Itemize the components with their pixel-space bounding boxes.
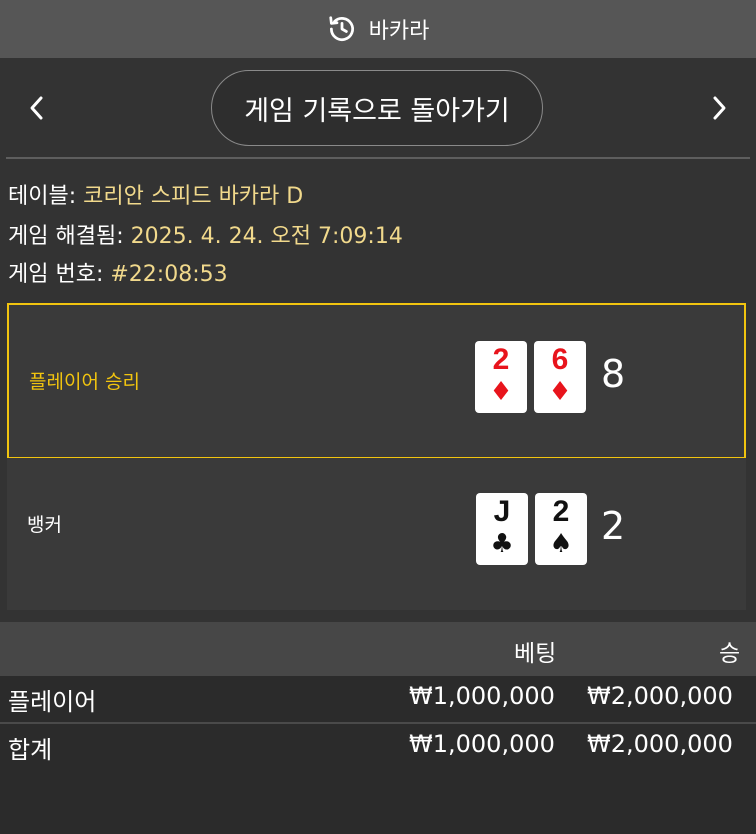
- divider: [6, 157, 750, 159]
- back-to-history-button[interactable]: 게임 기록으로 돌아가기: [211, 70, 543, 146]
- card-rank: 6: [551, 343, 569, 376]
- banker-score: 2: [601, 504, 626, 548]
- table-info: 테이블: 코리안 스피드 바카라 D: [8, 178, 303, 210]
- total-bet-amount: ₩1,000,000: [409, 730, 555, 758]
- total-label: 합계: [8, 736, 53, 764]
- app-header: 바카라: [0, 0, 756, 58]
- club-suit-icon: ♣: [490, 529, 514, 559]
- resolved-info: 게임 해결됨: 2025. 4. 24. 오전 7:09:14: [8, 218, 403, 250]
- resolved-info-label: 게임 해결됨:: [8, 224, 124, 249]
- diamond-suit-icon: ♦: [489, 377, 513, 407]
- banker-hand-label: 뱅커: [27, 514, 62, 536]
- table-info-label: 테이블:: [8, 184, 77, 209]
- chevron-left-icon: [30, 96, 43, 120]
- next-round-button[interactable]: [704, 90, 734, 126]
- total-win-amount: ₩2,000,000: [587, 730, 733, 758]
- bets-table-header: 베팅 승: [0, 622, 756, 676]
- table-row: 플레이어 ₩1,000,000 ₩2,000,000: [0, 676, 756, 722]
- game-number-value: #22:08:53: [110, 262, 228, 287]
- player-hand-label: 플레이어 승리: [29, 371, 140, 393]
- table-info-value: 코리안 스피드 바카라 D: [83, 184, 304, 209]
- bottom-area: [0, 770, 756, 834]
- player-hand: 플레이어 승리 2 ♦ 6 ♦ 8: [7, 303, 746, 459]
- game-number-label: 게임 번호:: [8, 262, 104, 287]
- card-rank: J: [493, 495, 511, 528]
- table-row: 합계 ₩1,000,000 ₩2,000,000: [0, 724, 756, 770]
- banker-card-2: 2 ♠: [535, 493, 587, 565]
- card-rank: 2: [492, 343, 510, 376]
- resolved-info-value: 2025. 4. 24. 오전 7:09:14: [130, 224, 403, 249]
- bet-column-header: 베팅: [514, 641, 557, 667]
- player-score: 8: [601, 352, 626, 396]
- diamond-suit-icon: ♦: [548, 377, 572, 407]
- bet-name: 플레이어: [8, 688, 97, 716]
- bet-amount: ₩1,000,000: [409, 682, 555, 710]
- spade-suit-icon: ♠: [549, 529, 573, 559]
- win-amount: ₩2,000,000: [587, 682, 733, 710]
- player-card-1: 2 ♦: [475, 341, 527, 413]
- banker-card-1: J ♣: [476, 493, 528, 565]
- win-column-header: 승: [719, 641, 741, 667]
- prev-round-button[interactable]: [22, 90, 52, 126]
- history-nav: 게임 기록으로 돌아가기: [0, 58, 756, 158]
- game-number-info: 게임 번호: #22:08:53: [8, 256, 228, 288]
- player-card-2: 6 ♦: [534, 341, 586, 413]
- card-rank: 2: [552, 495, 570, 528]
- history-icon: [329, 16, 354, 41]
- header-title: 바카라: [368, 19, 430, 44]
- banker-hand: 뱅커 J ♣ 2 ♠ 2: [7, 458, 746, 610]
- chevron-right-icon: [713, 96, 726, 120]
